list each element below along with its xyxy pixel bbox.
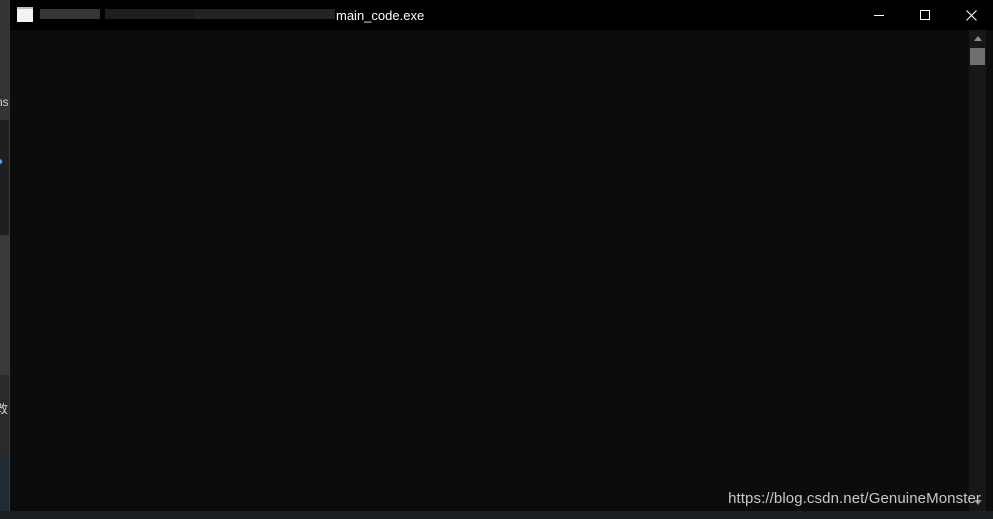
window-controls — [856, 0, 993, 30]
obscured-title-region — [195, 9, 335, 19]
chevron-up-icon — [973, 36, 982, 41]
minimize-icon — [874, 15, 884, 16]
desktop: ns ● 改 main_code.exe — [0, 0, 993, 519]
maximize-button[interactable] — [902, 0, 948, 30]
scroll-up-button[interactable] — [969, 30, 986, 47]
window-title: main_code.exe — [336, 8, 425, 23]
minimize-button[interactable] — [856, 0, 902, 30]
title-bar[interactable]: main_code.exe — [10, 0, 993, 30]
watermark-text: https://blog.csdn.net/GenuineMonster — [728, 490, 981, 507]
maximize-icon — [920, 10, 930, 20]
console-app-icon[interactable] — [17, 7, 33, 22]
background-bottom-edge — [0, 511, 993, 519]
close-button[interactable] — [948, 0, 993, 30]
window-right-edge — [986, 30, 993, 511]
close-icon — [965, 9, 977, 21]
background-text-fragment: 改 — [0, 402, 9, 416]
obscured-title-region — [105, 9, 195, 19]
background-text-fragment: ns — [0, 95, 9, 109]
console-window[interactable]: main_code.exe — [9, 0, 993, 511]
vertical-scrollbar[interactable] — [969, 30, 986, 511]
background-app-edge: ns ● 改 — [0, 0, 9, 519]
scroll-thumb[interactable] — [970, 48, 985, 65]
obscured-title-region — [40, 9, 100, 19]
console-output-area[interactable] — [10, 30, 968, 511]
background-blue-icon: ● — [0, 155, 3, 167]
